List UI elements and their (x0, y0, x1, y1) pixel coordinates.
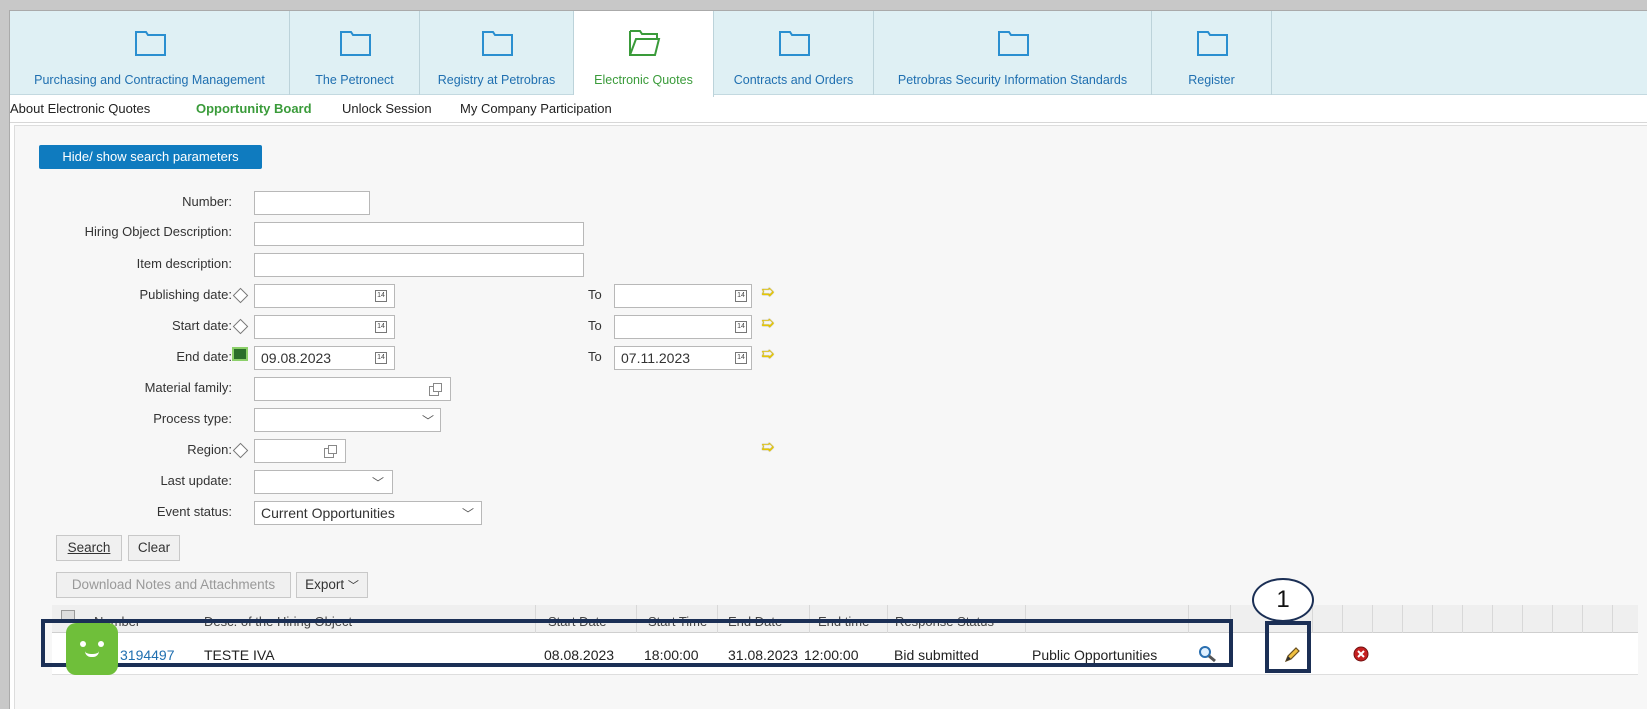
mascot-icon[interactable] (66, 623, 118, 675)
end-date-to-input[interactable]: 07.11.2023 (614, 346, 752, 370)
tab-security-standards[interactable]: Petrobras Security Information Standards (874, 11, 1152, 95)
edit-highlight-box (1265, 621, 1311, 673)
top-navigation: Purchasing and Contracting Management Th… (10, 11, 1647, 97)
mascot-eye (98, 641, 104, 647)
folder-icon (1196, 31, 1228, 56)
subnav-unlock-session[interactable]: Unlock Session (342, 101, 432, 116)
arrow-right-icon[interactable]: ➯ (761, 347, 774, 363)
item-description-label: Item description: (136, 256, 232, 271)
material-family-input[interactable] (254, 377, 451, 401)
column-separator (1402, 605, 1403, 633)
tab-label: Purchasing and Contracting Management (34, 73, 265, 87)
to-label: To (588, 287, 602, 302)
value-help-icon[interactable] (429, 383, 442, 396)
arrow-right-icon[interactable]: ➯ (761, 316, 774, 332)
chevron-down-icon: ﹀ (347, 580, 359, 592)
start-date-to-input[interactable] (614, 315, 752, 339)
mascot-eye (80, 641, 86, 647)
search-button-label: Search (67, 540, 111, 555)
event-status-label: Event status: (156, 504, 232, 519)
chevron-down-icon[interactable]: ﹀ (422, 412, 434, 429)
last-update-label: Last update: (160, 473, 232, 488)
row-highlight-box (41, 619, 1233, 667)
export-label: Export (305, 577, 345, 592)
tab-label: Contracts and Orders (733, 73, 854, 87)
column-separator (1432, 605, 1433, 633)
column-separator (1612, 605, 1613, 633)
tab-label: Petrobras Security Information Standards (897, 73, 1128, 87)
search-button[interactable]: Search (56, 535, 122, 561)
folder-icon (481, 31, 513, 56)
end-date-from-input[interactable]: 09.08.2023 (254, 346, 395, 370)
chevron-down-icon[interactable]: ﹀ (462, 505, 474, 522)
chevron-down-icon[interactable]: ﹀ (372, 474, 384, 491)
calendar-icon[interactable]: 14 (735, 321, 747, 333)
tab-contracts[interactable]: Contracts and Orders (714, 11, 874, 95)
download-notes-button[interactable]: Download Notes and Attachments (56, 572, 291, 598)
column-separator (1582, 605, 1583, 633)
tab-label: Electronic Quotes (594, 73, 693, 87)
column-separator (1462, 605, 1463, 633)
folder-icon (134, 31, 166, 56)
hiring-object-input[interactable] (254, 222, 584, 246)
subnav-company-participation[interactable]: My Company Participation (460, 101, 612, 116)
process-type-label: Process type: (153, 411, 232, 426)
event-status-select[interactable]: Current Opportunities (254, 501, 482, 525)
tab-registry[interactable]: Registry at Petrobras (420, 11, 574, 95)
export-button[interactable]: Export ﹀ (296, 572, 368, 598)
tab-label: Registry at Petrobras (437, 73, 556, 87)
step-callout: 1 (1252, 578, 1314, 622)
range-toggle-icon[interactable] (232, 347, 248, 361)
calendar-icon[interactable]: 14 (375, 352, 387, 364)
column-separator (1492, 605, 1493, 633)
tab-electronic-quotes[interactable]: Electronic Quotes (574, 11, 714, 97)
calendar-icon[interactable]: 14 (735, 290, 747, 302)
tab-purchasing[interactable]: Purchasing and Contracting Management (10, 11, 290, 95)
arrow-right-icon[interactable]: ➯ (761, 285, 774, 301)
region-label: Region: (187, 442, 232, 457)
subnav-opportunity-board[interactable]: Opportunity Board (196, 101, 312, 116)
tab-petronect[interactable]: The Petronect (290, 11, 420, 95)
delete-icon[interactable] (1352, 645, 1370, 663)
tab-label: Register (1188, 73, 1235, 87)
item-description-input[interactable] (254, 253, 584, 277)
column-separator (1342, 605, 1343, 633)
tab-label: The Petronect (315, 73, 394, 87)
number-input[interactable] (254, 191, 370, 215)
start-date-from-input[interactable] (254, 315, 395, 339)
publishing-date-from-input[interactable] (254, 284, 395, 308)
tab-register[interactable]: Register (1152, 11, 1272, 95)
publishing-date-to-input[interactable] (614, 284, 752, 308)
calendar-icon[interactable]: 14 (735, 352, 747, 364)
sub-navigation: About Electronic Quotes Opportunity Boar… (10, 97, 1647, 123)
value-help-icon[interactable] (324, 445, 337, 458)
column-separator (1312, 605, 1313, 633)
calendar-icon[interactable]: 14 (375, 321, 387, 333)
folder-icon (997, 31, 1029, 56)
start-date-label: Start date: (172, 318, 232, 333)
mascot-mouth (85, 651, 99, 657)
hiring-object-label: Hiring Object Description: (84, 224, 232, 239)
calendar-icon[interactable]: 14 (375, 290, 387, 302)
process-type-select[interactable] (254, 408, 441, 432)
number-label: Number: (182, 194, 232, 209)
column-separator (1372, 605, 1373, 633)
arrow-right-icon[interactable]: ➯ (761, 440, 774, 456)
end-date-label: End date: (176, 349, 232, 364)
folder-icon (778, 31, 810, 56)
subnav-about[interactable]: About Electronic Quotes (10, 101, 150, 116)
column-separator (1552, 605, 1553, 633)
folder-icon (339, 31, 371, 56)
folder-open-icon (628, 30, 660, 56)
publishing-date-label: Publishing date: (139, 287, 232, 302)
to-label: To (588, 318, 602, 333)
material-family-label: Material family: (144, 380, 232, 395)
clear-button[interactable]: Clear (128, 535, 180, 561)
toggle-search-parameters-button[interactable]: Hide/ show search parameters (39, 145, 262, 169)
to-label: To (588, 349, 602, 364)
column-separator (1522, 605, 1523, 633)
